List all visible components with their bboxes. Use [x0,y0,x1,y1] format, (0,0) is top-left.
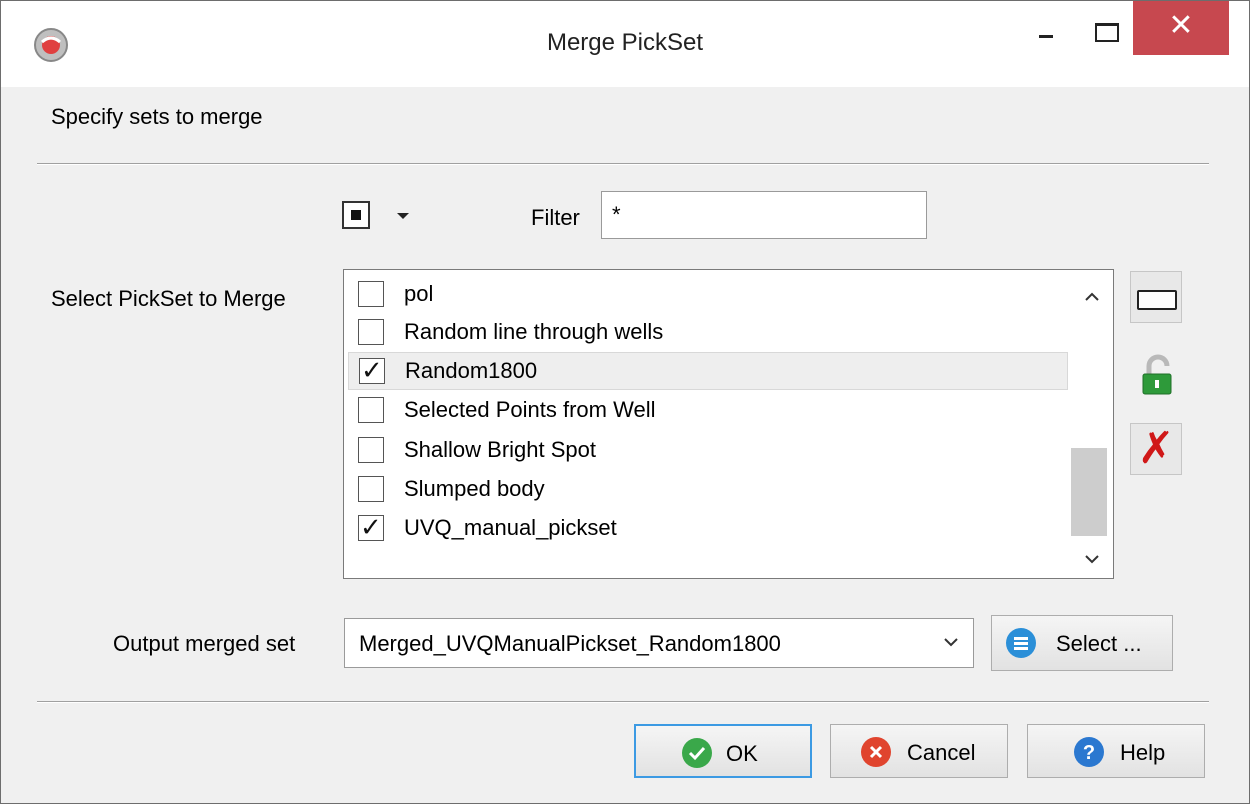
partial-check-icon [351,210,361,220]
pickset-listbox[interactable]: pol Random line through wells ✓ Random18… [343,269,1114,579]
rectangle-icon [1137,290,1177,310]
item-label: Random line through wells [404,319,664,344]
select-button-label: Select ... [1056,631,1142,656]
item-label: Selected Points from Well [404,397,656,422]
check-circle-icon [682,738,712,768]
list-scrollbar[interactable] [1071,270,1113,578]
merge-pickset-dialog: Merge PickSet ✕ Specify sets to merge Fi… [0,0,1250,804]
section-header: Specify sets to merge [51,104,263,129]
select-output-button[interactable]: Select ... [991,615,1173,671]
ok-button[interactable]: OK [634,724,812,778]
toggle-selection-button[interactable] [1130,271,1182,323]
pickset-list-label: Select PickSet to Merge [51,286,286,311]
help-label: Help [1120,740,1166,765]
list-item[interactable]: ✓ UVQ_manual_pickset [348,510,1068,548]
scroll-down-icon[interactable] [1071,538,1113,578]
item-checkbox[interactable] [358,476,384,502]
output-label: Output merged set [113,631,296,656]
maximize-button[interactable] [1075,1,1133,55]
item-label: UVQ_manual_pickset [404,515,617,540]
top-divider [37,163,1209,165]
title-bar: Merge PickSet ✕ [1,1,1249,87]
maximize-icon [1095,23,1119,42]
item-label: pol [404,281,434,306]
delete-button[interactable]: ✗ [1130,423,1182,475]
output-set-combobox[interactable]: Merged_UVQManualPickset_Random1800 [344,618,974,668]
item-checkbox[interactable] [358,437,384,463]
select-all-checkbox[interactable] [342,201,370,229]
check-icon: ✓ [360,512,382,542]
unlock-button[interactable] [1130,347,1182,399]
cancel-button[interactable]: Cancel [830,724,1008,778]
filter-label: Filter [531,205,580,230]
close-icon: ✕ [1168,9,1194,42]
item-label: Random1800 [405,358,538,383]
cancel-icon [861,737,891,767]
filter-input[interactable] [601,191,927,239]
output-set-value: Merged_UVQManualPickset_Random1800 [359,631,781,656]
item-label: Shallow Bright Spot [404,437,596,462]
scroll-up-icon[interactable] [1071,276,1113,316]
list-item[interactable]: Random line through wells [348,314,1068,352]
list-item-selected[interactable]: ✓ Random1800 [348,352,1068,390]
list-item[interactable]: Slumped body [348,471,1068,509]
item-checkbox[interactable] [358,319,384,345]
bottom-divider [37,701,1209,703]
check-icon: ✓ [361,355,383,385]
chevron-down-icon[interactable] [943,631,959,654]
item-checkbox[interactable] [358,397,384,423]
scroll-thumb[interactable] [1071,448,1107,536]
delete-icon: ✗ [1137,424,1175,473]
unlock-icon [1142,354,1172,395]
list-item[interactable]: Shallow Bright Spot [348,432,1068,470]
item-checkbox[interactable]: ✓ [358,512,384,542]
list-icon [1006,628,1036,658]
item-label: Slumped body [404,476,545,501]
minimize-button[interactable] [1017,1,1075,55]
help-icon: ? [1074,737,1104,767]
minimize-icon [1039,35,1053,38]
cancel-label: Cancel [907,740,976,765]
list-item[interactable]: pol [348,276,1068,314]
selection-menu-dropdown[interactable] [397,213,409,219]
close-button[interactable]: ✕ [1133,1,1229,55]
item-checkbox[interactable]: ✓ [359,355,385,385]
svg-text:?: ? [1083,742,1095,764]
help-button[interactable]: ? Help [1027,724,1205,778]
ok-label: OK [726,741,758,766]
list-item[interactable]: Selected Points from Well [348,392,1068,430]
item-checkbox[interactable] [358,281,384,307]
